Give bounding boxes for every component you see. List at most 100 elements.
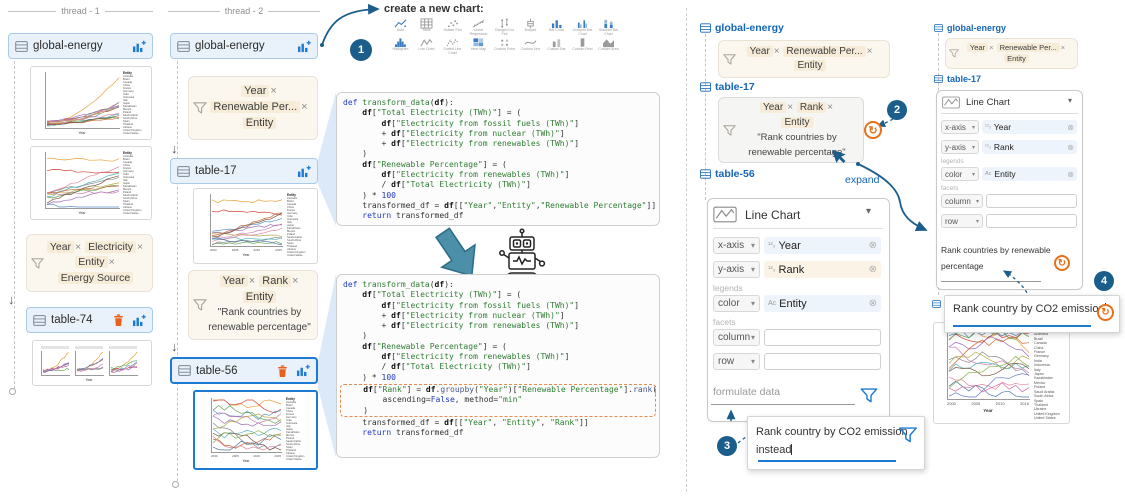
row-field-empty[interactable] xyxy=(764,353,881,370)
delete-table-icon[interactable] xyxy=(277,365,288,377)
chart-type-stacked-bar-chart[interactable]: Stacked Bar Chart xyxy=(596,18,621,37)
chart-type-custom-area[interactable]: Custom Area xyxy=(596,37,621,56)
delete-table-icon[interactable] xyxy=(113,314,124,326)
new-chart-icon[interactable] xyxy=(132,314,146,327)
remove-field-icon[interactable]: × xyxy=(136,241,144,253)
field-chip[interactable]: Rank xyxy=(797,102,826,113)
x-axis-field[interactable]: ¹²₃ Year ⊗ xyxy=(764,237,881,254)
formulate-prompt-text[interactable]: Rank countries by renewablepercentage xyxy=(941,242,1051,274)
chart-thumbnail[interactable]: EntityAustralia Brazil Canada China Fran… xyxy=(30,66,152,140)
chart-type-linear-regression[interactable]: Linear Regression xyxy=(466,18,491,37)
dataset-card-global-energy-t2[interactable]: global-energy xyxy=(170,33,318,59)
chart-type-custom-point[interactable]: Custom Point xyxy=(492,37,517,56)
table-header-table-17[interactable]: table-17 xyxy=(700,81,755,93)
dataset-header-global-energy[interactable]: global-energy xyxy=(700,22,784,34)
new-chart-icon[interactable] xyxy=(296,364,310,377)
remove-field-icon[interactable]: × xyxy=(866,46,874,57)
chart-type-ranged-dot-plot[interactable]: Ranged Dot Plot xyxy=(492,18,517,37)
table-card-table-17[interactable]: table-17 xyxy=(170,158,318,184)
color-channel-select[interactable]: color▾ xyxy=(941,167,979,181)
chart-thumbnail-rank[interactable]: Rank 2000200520102015 Year EntityAustral… xyxy=(193,390,318,470)
row-field-empty[interactable] xyxy=(986,214,1077,228)
clear-field-icon[interactable]: ⊗ xyxy=(1067,170,1074,179)
chart-type-table[interactable]: Table xyxy=(414,18,439,37)
field-chip[interactable]: Entity xyxy=(781,117,812,128)
remove-field-icon[interactable]: × xyxy=(269,85,277,97)
field-chip[interactable]: Entity xyxy=(243,291,277,303)
field-chip[interactable]: Renewable Per... xyxy=(997,43,1060,52)
clear-field-icon[interactable]: ⊗ xyxy=(1067,123,1074,132)
formulate-funnel-icon[interactable] xyxy=(860,388,878,403)
chart-thumbnail[interactable]: EntityAustralia Brazil Canada China Fran… xyxy=(30,146,152,220)
y-axis-field[interactable]: ¹²₃ Rank ⊗ xyxy=(982,140,1077,154)
chart-type-scatter-plot[interactable]: Scatter Plot xyxy=(440,18,465,37)
x-axis-channel-select[interactable]: x-axis▾ xyxy=(941,120,979,134)
y-axis-channel-select[interactable]: y-axis▾ xyxy=(941,140,979,154)
table-card-table-74[interactable]: table-74 xyxy=(26,307,153,333)
column-field-empty[interactable] xyxy=(986,194,1077,208)
color-channel-select[interactable]: color▾ xyxy=(713,295,760,312)
concept-card-renewable-small[interactable]: Year× Renewable Per...× Entity xyxy=(945,38,1078,69)
field-chip[interactable]: Rank xyxy=(259,275,291,287)
color-field[interactable]: Ac Entity ⊗ xyxy=(764,295,881,312)
dataset-card-global-energy-t1[interactable]: global-energy xyxy=(8,33,153,59)
chart-type-bar-chart[interactable]: Bar Chart xyxy=(544,18,569,37)
remove-field-icon[interactable]: × xyxy=(74,241,82,253)
column-field-empty[interactable] xyxy=(764,329,881,346)
color-field[interactable]: Ac Entity ⊗ xyxy=(982,167,1077,181)
table-header-table-56[interactable]: table-56 xyxy=(700,168,755,180)
x-axis-channel-select[interactable]: x-axis▾ xyxy=(713,237,760,254)
chart-type-auto[interactable]: Auto xyxy=(388,18,413,37)
remove-field-icon[interactable]: × xyxy=(1060,43,1066,52)
clear-field-icon[interactable]: ⊗ xyxy=(869,240,877,251)
field-chip[interactable]: Year xyxy=(760,102,786,113)
transform-card-t2-rank[interactable]: Year× Rank× Entity "Rank countries by re… xyxy=(188,270,318,340)
remove-field-icon[interactable]: × xyxy=(988,43,994,52)
column-channel-select[interactable]: column▾ xyxy=(941,194,983,208)
field-chip[interactable]: Year xyxy=(47,241,74,253)
sync-refresh-icon[interactable]: ↻ xyxy=(1054,255,1070,271)
chart-type-custom-line[interactable]: Custom Line xyxy=(518,37,543,56)
new-chart-icon[interactable] xyxy=(132,40,146,53)
chart-type-custom-bar[interactable]: Custom Bar xyxy=(544,37,569,56)
chart-type-custom-rect[interactable]: Custom Rect xyxy=(570,37,595,56)
clear-field-icon[interactable]: ⊗ xyxy=(1067,143,1074,152)
chart-type-grouped-bar-chart[interactable]: Grouped Bar Chart xyxy=(570,18,595,37)
chart-type-header[interactable]: Line Chart xyxy=(713,206,800,223)
y-axis-field[interactable]: ¹²₃ Rank ⊗ xyxy=(764,261,881,278)
field-chip[interactable]: Entity xyxy=(794,60,825,71)
formulate-funnel-icon[interactable] xyxy=(898,427,918,443)
remove-field-icon[interactable]: × xyxy=(826,102,834,113)
field-chip[interactable]: Year xyxy=(967,43,988,52)
field-chip[interactable]: Renewable Per... xyxy=(210,101,300,113)
field-chip[interactable]: Energy Source xyxy=(58,272,133,284)
row-channel-select[interactable]: row▾ xyxy=(713,353,760,370)
x-axis-field[interactable]: ¹²₃ Year ⊗ xyxy=(982,120,1077,134)
concept-card-renewable[interactable]: Year× Renewable Per...× Entity xyxy=(718,40,890,78)
transform-card-t2-renewable[interactable]: Year× Renewable Per...× Entity xyxy=(188,76,318,140)
field-chip[interactable]: Entity xyxy=(75,256,107,268)
field-chip[interactable]: Entity xyxy=(1004,54,1029,63)
chart-type-header[interactable]: Line Chart xyxy=(942,96,1010,109)
clear-field-icon[interactable]: ⊗ xyxy=(869,264,877,275)
table-card-table-56[interactable]: table-56 xyxy=(170,357,318,384)
y-axis-channel-select[interactable]: y-axis▾ xyxy=(713,261,760,278)
chart-type-histogram[interactable]: Histogram xyxy=(388,37,413,56)
sync-refresh-icon[interactable]: ↻ xyxy=(864,121,882,139)
chart-type-line-chart[interactable]: Line Chart xyxy=(414,37,439,56)
chart-thumbnail-faceted[interactable]: Year xyxy=(32,340,152,386)
row-channel-select[interactable]: row▾ xyxy=(941,214,983,228)
new-chart-icon[interactable] xyxy=(297,40,311,53)
field-chip[interactable]: Renewable Per... xyxy=(783,46,865,57)
remove-field-icon[interactable]: × xyxy=(773,46,781,57)
remove-field-icon[interactable]: × xyxy=(291,275,299,287)
field-chip[interactable]: Year xyxy=(241,85,269,97)
concept-card-rank[interactable]: Year× Rank× Entity "Rank countries by re… xyxy=(718,97,864,163)
remove-field-icon[interactable]: × xyxy=(248,275,256,287)
transform-card-t1[interactable]: Year× Electricity× Entity× Energy Source xyxy=(26,234,153,292)
nl-instruction-popup[interactable]: Rank country by CO2 emission instead xyxy=(747,416,925,470)
dataset-header-global-energy-small[interactable]: global-energy xyxy=(934,23,1006,33)
remove-field-icon[interactable]: × xyxy=(300,101,308,113)
field-chip[interactable]: Electricity xyxy=(85,241,136,253)
new-chart-icon[interactable] xyxy=(297,165,311,178)
